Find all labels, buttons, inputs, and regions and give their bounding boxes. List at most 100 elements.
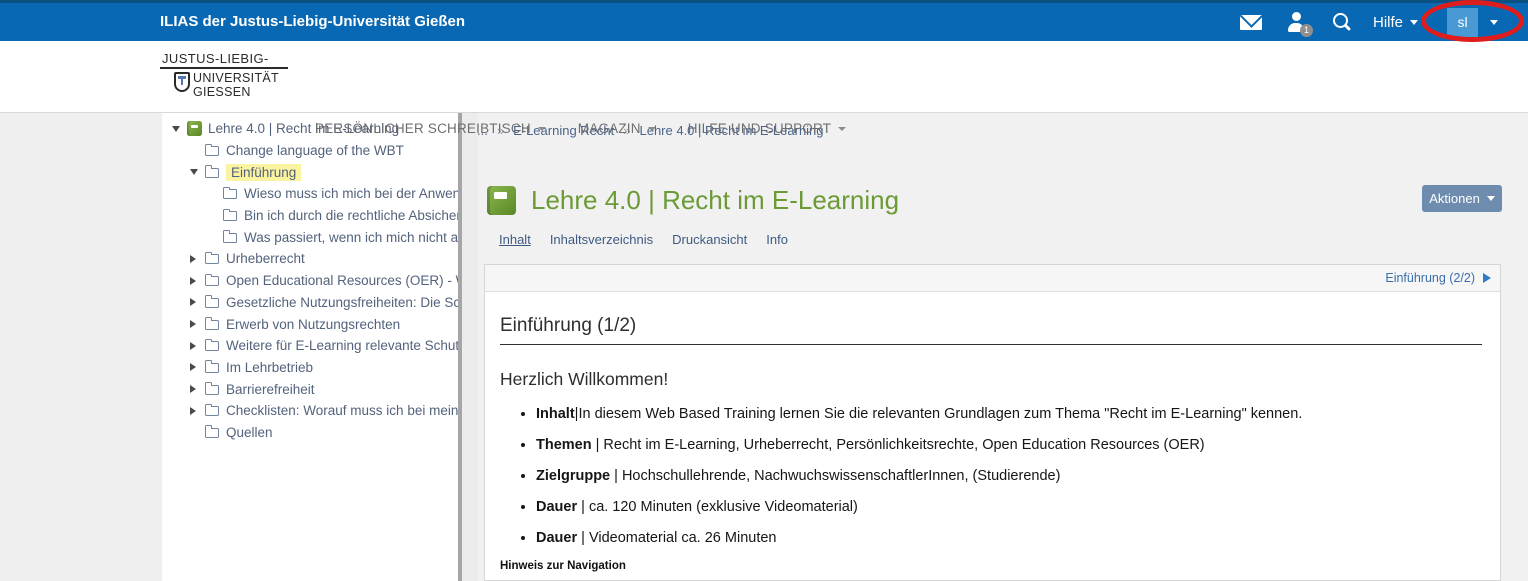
tree-item[interactable]: Im Lehrbetrieb [162, 357, 458, 379]
list-item: Inhalt|In diesem Web Based Training lern… [536, 405, 1482, 423]
list-item: Dauer | Videomaterial ca. 26 Minuten [536, 529, 1482, 547]
tree-item[interactable]: Was passiert, wenn ich mich nicht an [162, 226, 458, 248]
tree-item-label[interactable]: Wieso muss ich mich bei der Anwend [244, 186, 458, 201]
topbar-actions: 1 Hilfe sl [1240, 3, 1498, 41]
lesson-content-box: Einführung (2/2) Einführung (1/2) Herzli… [484, 264, 1501, 581]
mail-icon[interactable] [1240, 15, 1262, 30]
tab-druckansicht[interactable]: Druckansicht [672, 232, 747, 247]
tree-item-label[interactable]: Im Lehrbetrieb [226, 360, 313, 375]
chapter-heading: Einführung (1/2) [500, 315, 1482, 337]
folder-icon [205, 168, 219, 178]
tree-item-label[interactable]: Urheberrecht [226, 251, 305, 266]
tab-inhalt[interactable]: Inhalt [499, 232, 531, 247]
list-item: Themen | Recht im E-Learning, Urheberrec… [536, 436, 1482, 454]
tree-item-label[interactable]: Barrierefreiheit [226, 382, 315, 397]
user-menu[interactable]: sl [1447, 8, 1498, 37]
user-avatar-button[interactable]: sl [1447, 8, 1478, 37]
bullet-text: ca. 120 Minuten (exklusive Videomaterial… [589, 499, 858, 515]
list-item: Dauer | ca. 120 Minuten (exklusive Video… [536, 498, 1482, 516]
expander-open-icon[interactable] [172, 126, 187, 132]
tree-item-label[interactable]: Checklisten: Worauf muss ich bei meine [226, 403, 458, 418]
tab-info[interactable]: Info [766, 232, 788, 247]
expander-closed-icon[interactable] [190, 407, 205, 415]
folder-icon [205, 341, 219, 351]
expander-closed-icon[interactable] [190, 320, 205, 328]
tree-item[interactable]: Checklisten: Worauf muss ich bei meine [162, 400, 458, 422]
expander-closed-icon[interactable] [190, 385, 205, 393]
tree-item[interactable]: Barrierefreiheit [162, 378, 458, 400]
nav-label: HILFE UND SUPPORT [688, 121, 831, 136]
app-title: ILIAS der Justus-Liebig-Universität Gieß… [160, 13, 465, 30]
bullet-separator: | [592, 437, 604, 453]
logo-line1: JUSTUS-LIEBIG- [160, 51, 288, 69]
info-bullet-list: Inhalt | In diesem Web Based Training lern… [521, 405, 1482, 547]
scrollbar-thumb[interactable] [458, 113, 462, 581]
tree-item-label[interactable]: Erwerb von Nutzungsrechten [226, 317, 400, 332]
notification-badge: 1 [1300, 24, 1313, 37]
tree-item-label-highlighted[interactable]: Einführung [226, 164, 301, 181]
university-logo[interactable]: JUSTUS-LIEBIG- UNIVERSITÄT GIESSEN [160, 51, 288, 99]
chevron-down-icon [1490, 20, 1498, 25]
folder-icon [205, 428, 219, 438]
tree-scrollbar[interactable] [458, 113, 478, 581]
page-title: Lehre 4.0 | Recht im E-Learning [531, 185, 899, 216]
tree-item[interactable]: Weitere für E-Learning relevante Schutz [162, 335, 458, 357]
tree-item-label[interactable]: Gesetzliche Nutzungsfreiheiten: Die Sch [226, 295, 458, 310]
tree-item-label[interactable]: Quellen [226, 425, 273, 440]
expander-closed-icon[interactable] [190, 363, 205, 371]
chevron-down-icon [538, 127, 546, 131]
user-notifications-icon[interactable]: 1 [1285, 12, 1309, 33]
tree-item[interactable]: Change language of the WBT [162, 140, 458, 162]
tree-item-label[interactable]: Weitere für E-Learning relevante Schutz [226, 338, 458, 353]
chevron-down-icon [1487, 196, 1495, 201]
tree-item[interactable]: Urheberrecht [162, 248, 458, 270]
bullet-text: Videomaterial ca. 26 Minuten [589, 530, 777, 546]
bullet-text: In diesem Web Based Training lernen Sie … [578, 406, 1302, 422]
actions-button[interactable]: Aktionen [1422, 185, 1502, 212]
tree-item[interactable]: Gesetzliche Nutzungsfreiheiten: Die Sch [162, 292, 458, 314]
next-chapter-link[interactable]: Einführung (2/2) [1385, 271, 1475, 285]
tree-item-label[interactable]: Bin ich durch die rechtliche Absicher [244, 208, 458, 223]
nav-label: MAGAZIN [578, 121, 641, 136]
expander-closed-icon[interactable] [190, 342, 205, 350]
expander-closed-icon[interactable] [190, 255, 205, 263]
nav-magazin[interactable]: MAGAZIN [578, 121, 656, 136]
tree-item[interactable]: Wieso muss ich mich bei der Anwend [162, 183, 458, 205]
tree-item-current[interactable]: Einführung [162, 161, 458, 183]
top-bar: ILIAS der Justus-Liebig-Universität Gieß… [0, 0, 1528, 41]
nav-personal-desktop[interactable]: PERSÖNLICHER SCHREIBTISCH [315, 121, 546, 136]
help-menu[interactable]: Hilfe [1373, 14, 1418, 31]
tree-item[interactable]: Quellen [162, 422, 458, 444]
logo-line2: UNIVERSITÄT [193, 71, 279, 85]
lesson-content: Einführung (1/2) Herzlich Willkommen! In… [485, 292, 1500, 572]
tree-item[interactable]: Erwerb von Nutzungsrechten [162, 313, 458, 335]
tab-inhaltsverzeichnis[interactable]: Inhaltsverzeichnis [550, 232, 653, 247]
bullet-label: Zielgruppe [536, 468, 610, 484]
tree-item-label[interactable]: Open Educational Resources (OER) - Wa [226, 273, 458, 288]
tree-item-label[interactable]: Was passiert, wenn ich mich nicht an [244, 230, 458, 245]
help-label: Hilfe [1373, 14, 1403, 31]
search-icon[interactable] [1332, 13, 1350, 31]
bullet-label: Themen [536, 437, 592, 453]
bullet-label: Inhalt [536, 406, 575, 422]
nav-help-support[interactable]: HILFE UND SUPPORT [688, 121, 846, 136]
next-arrow-icon[interactable] [1483, 273, 1491, 283]
bullet-separator: | [610, 468, 622, 484]
welcome-heading: Herzlich Willkommen! [500, 369, 1482, 390]
pager-bar: Einführung (2/2) [485, 265, 1500, 292]
bullet-separator: | [577, 530, 589, 546]
expander-closed-icon[interactable] [190, 277, 205, 285]
tree-item[interactable]: Bin ich durch die rechtliche Absicher [162, 205, 458, 227]
tree-item[interactable]: Open Educational Resources (OER) - Wa [162, 270, 458, 292]
folder-icon [205, 298, 219, 308]
actions-button-label: Aktionen [1429, 191, 1480, 206]
site-header: JUSTUS-LIEBIG- UNIVERSITÄT GIESSEN PERSÖ… [0, 41, 1528, 113]
learning-module-icon [487, 186, 516, 215]
expander-closed-icon[interactable] [190, 298, 205, 306]
navigation-hint: Hinweis zur Navigation [500, 560, 1482, 572]
page-title-row: Lehre 4.0 | Recht im E-Learning [487, 185, 899, 216]
bullet-separator: | [577, 499, 589, 515]
expander-open-icon[interactable] [190, 169, 205, 175]
tree-item-label[interactable]: Change language of the WBT [226, 143, 404, 158]
folder-icon [205, 385, 219, 395]
